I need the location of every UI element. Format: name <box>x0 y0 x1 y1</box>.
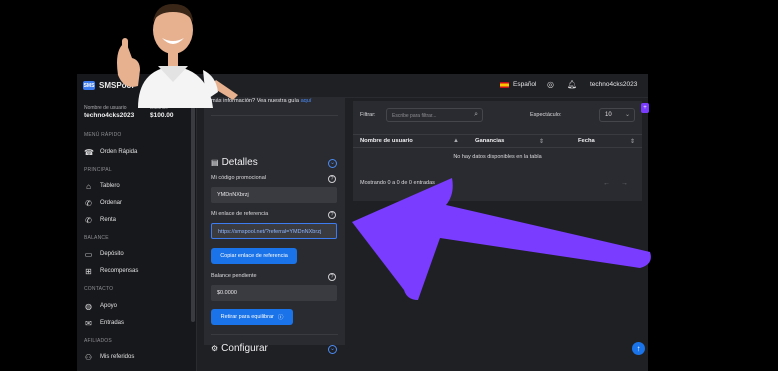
screenshot-stage: SMS SMSPool ⇆ Nombre de usuario techno4c… <box>0 0 778 371</box>
details-title-text: Detalles <box>221 157 258 168</box>
search-icon: ⌕ <box>474 111 478 118</box>
page-length-value: 10 <box>605 112 612 118</box>
sidebar-item-label: Orden Rápida <box>100 149 138 155</box>
gears-icon: ⚙ <box>211 344 219 353</box>
divider <box>211 334 338 335</box>
promo-code-field[interactable]: YMDnNXbrzj <box>211 187 337 203</box>
sidebar: SMS SMSPool ⇆ Nombre de usuario techno4c… <box>77 74 197 371</box>
sidebar-item-label: Renta <box>100 217 117 223</box>
details-title: ▤ Detalles <box>211 157 258 168</box>
column-username[interactable]: Nombre de usuario <box>360 138 413 144</box>
sidebar-item-label: Depósito <box>100 251 124 257</box>
empty-table-message: No hay datos disponibles en la tabla <box>453 154 542 160</box>
sort-asc-icon[interactable]: ▲ <box>453 138 459 144</box>
copy-referral-link-button[interactable]: Copiar enlace de referencia <box>211 248 297 264</box>
promo-code-label: Mi código promocional <box>211 175 267 181</box>
balance-value: $100.00 <box>150 112 174 119</box>
sort-icon[interactable]: ⇕ <box>539 138 544 145</box>
help-icon[interactable]: ? <box>328 175 336 183</box>
withdraw-button[interactable]: Retirar para equilibrar ⓘ <box>211 309 293 325</box>
sidebar-item-label: Entradas <box>100 320 125 326</box>
sidebar-item-label: Ordenar <box>100 200 123 206</box>
sidebar-item-deposit[interactable]: ▭ Depósito <box>84 247 189 261</box>
configure-expand-icon[interactable]: ⌄ <box>328 345 337 354</box>
sidebar-item-label: Apoyo <box>100 303 118 309</box>
filter-input[interactable]: Escribe para filtrar... ⌕ <box>386 108 483 122</box>
language-selector[interactable]: Español <box>500 81 537 88</box>
top-bar: Español ◎ 🔔︎ techno4cks2023 <box>197 74 648 98</box>
sidebar-item-dashboard[interactable]: ⌂ Tablero <box>84 179 189 193</box>
page-length-label: Espectáculo: <box>530 112 562 118</box>
app-window: SMS SMSPool ⇆ Nombre de usuario techno4c… <box>77 74 648 371</box>
bell-icon[interactable]: 🔔︎ <box>567 80 577 89</box>
sidebar-item-label: Mis referidos <box>100 354 135 360</box>
column-date[interactable]: Fecha <box>578 138 595 144</box>
filter-placeholder: Escribe para filtrar... <box>392 113 437 119</box>
pending-balance-label: Balance pendiente <box>211 273 257 279</box>
scroll-top-button[interactable]: ↑ <box>632 342 645 355</box>
theme-icon[interactable]: ◎ <box>547 80 554 89</box>
gift-icon: ⊞ <box>85 266 92 276</box>
sidebar-item-rewards[interactable]: ⊞ Recompensas <box>84 264 189 278</box>
table-header: Nombre de usuario ▲ Ganancias ⇕ Fecha ⇕ <box>353 134 642 148</box>
arrow-circle-icon: ⓘ <box>277 315 284 321</box>
user-summary: Nombre de usuario techno4cks2023 Balance… <box>84 105 194 127</box>
withdraw-button-label: Retirar para equilibrar <box>220 314 274 320</box>
person-thumbs-up-image <box>117 4 238 108</box>
next-page-button[interactable]: → <box>621 180 628 187</box>
details-collapse-icon[interactable]: ⌄ <box>328 159 337 168</box>
sidebar-scrollbar[interactable] <box>191 102 195 322</box>
previous-page-button[interactable]: ← <box>603 180 610 187</box>
divider <box>211 115 338 116</box>
configure-title-text: Configurar <box>221 343 268 354</box>
section-quick-menu: MENÚ RÁPIDO <box>84 132 122 138</box>
referral-link-field[interactable]: https://smspool.net/?referral=YMDnNXbrzj <box>211 223 337 239</box>
referral-details-card: más información? Vea nuestra guía aquí ▤… <box>204 98 345 354</box>
mail-icon: ✉ <box>85 318 92 328</box>
help-icon[interactable]: ? <box>328 273 336 281</box>
table-info: Mostrando 0 a 0 de 0 entradas <box>360 180 435 186</box>
side-tab[interactable]: + <box>641 103 649 113</box>
referrals-table-card: Filtrar: Escribe para filtrar... ⌕ Espec… <box>353 101 642 201</box>
users-icon: ⚇ <box>84 352 93 362</box>
card-icon: ▭ <box>84 249 93 259</box>
sidebar-item-referrals[interactable]: ⚇ Mis referidos <box>84 350 189 364</box>
phone-order-icon: ✆ <box>85 198 92 208</box>
sidebar-item-support[interactable]: ◍ Apoyo <box>84 299 189 313</box>
page-length-select[interactable]: 10 ⌄ <box>599 108 635 122</box>
username-value: techno4cks2023 <box>84 112 135 119</box>
sidebar-item-label: Tablero <box>100 183 120 189</box>
globe-icon: ◍ <box>85 301 92 311</box>
sidebar-item-quick-order[interactable]: ☎ Orden Rápida <box>84 145 189 159</box>
section-balance: BALANCE <box>84 235 109 241</box>
chevron-down-icon: ⌄ <box>624 112 630 118</box>
filter-label: Filtrar: <box>360 112 376 118</box>
pending-balance-field: $0.0000 <box>211 285 337 301</box>
section-affiliates: AFILIADOS <box>84 338 112 344</box>
column-earnings[interactable]: Ganancias <box>475 138 504 144</box>
section-main: PRINCIPAL <box>84 167 112 173</box>
configure-title: ⚙ Configurar <box>211 343 268 354</box>
sidebar-item-tickets[interactable]: ✉ Entradas <box>84 316 189 330</box>
sidebar-item-label: Recompensas <box>100 268 139 274</box>
guide-link[interactable]: aquí <box>301 98 312 104</box>
topbar-username[interactable]: techno4cks2023 <box>590 81 637 88</box>
brand-logo-icon: SMS <box>83 81 95 90</box>
sidebar-item-order[interactable]: ✆ Ordenar <box>84 196 189 210</box>
document-icon: ▤ <box>211 158 219 167</box>
referral-link-label: Mi enlace de referencia <box>211 211 269 217</box>
sidebar-item-rent[interactable]: ✆ Renta <box>84 213 189 227</box>
spain-flag-icon <box>500 81 509 88</box>
sort-icon[interactable]: ⇕ <box>630 138 635 145</box>
help-icon[interactable]: ? <box>328 211 336 219</box>
home-icon: ⌂ <box>86 181 91 191</box>
phone-icon: ☎ <box>84 147 94 157</box>
phone-rent-icon: ✆ <box>85 215 92 225</box>
section-contact: CONTACTO <box>84 286 114 292</box>
language-label: Español <box>513 81 537 88</box>
